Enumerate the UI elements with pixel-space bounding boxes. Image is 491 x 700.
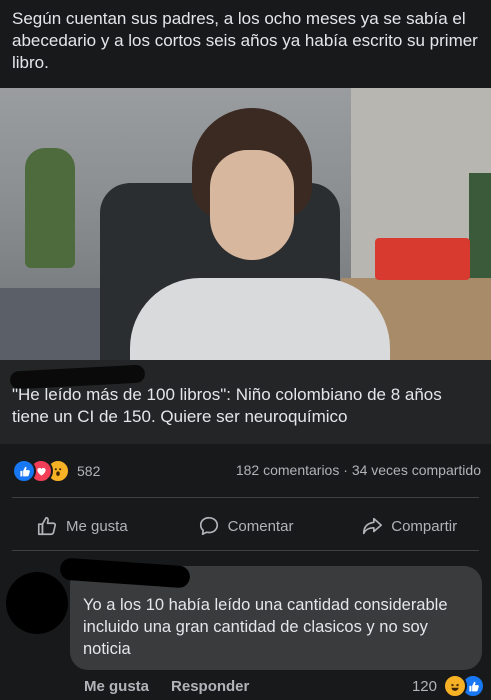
engagement-stats: 182 comentarios · 34 veces compartido xyxy=(236,462,481,478)
share-button-label: Compartir xyxy=(391,517,458,535)
link-preview-title[interactable]: "He leído más de 100 libros": Niño colom… xyxy=(12,384,482,428)
comments-count[interactable]: 182 comentarios xyxy=(236,462,340,478)
photo-toy-figure xyxy=(25,148,75,268)
comment-text: Yo a los 10 había leído una cantidad con… xyxy=(83,596,448,658)
post-actions-bar: Me gusta Comentar Compartir xyxy=(0,508,491,544)
divider xyxy=(12,497,479,498)
photo-shelf xyxy=(0,288,110,360)
reaction-count: 582 xyxy=(77,463,101,479)
comment-actions: Me gusta Responder xyxy=(84,678,249,695)
reaction-summary[interactable]: 582 xyxy=(12,459,101,483)
post-text: Según cuentan sus padres, a los ocho mes… xyxy=(12,9,478,72)
comment-button-label: Comentar xyxy=(227,517,294,535)
comment-reaction-summary[interactable]: 120 xyxy=(412,674,485,698)
like-icon xyxy=(12,459,36,483)
thumbs-up-icon xyxy=(37,516,57,536)
photo-child-body xyxy=(130,278,390,360)
like-button[interactable]: Me gusta xyxy=(0,508,164,544)
share-button[interactable]: Compartir xyxy=(327,508,491,544)
link-preview[interactable]: "He leído más de 100 libros": Niño colom… xyxy=(0,360,491,444)
comment-reaction-count: 120 xyxy=(411,677,437,695)
photo-books xyxy=(469,173,491,283)
post-photo[interactable] xyxy=(0,88,491,360)
photo-child-face xyxy=(210,150,294,260)
divider xyxy=(12,550,479,551)
comment-reply-link[interactable]: Responder xyxy=(171,678,249,695)
shares-count[interactable]: 34 veces compartido xyxy=(352,462,481,478)
comment-like-link[interactable]: Me gusta xyxy=(84,678,149,695)
comment-icon xyxy=(199,516,218,536)
haha-icon xyxy=(443,674,467,698)
stats-separator: · xyxy=(343,462,348,478)
comment-button[interactable]: Comentar xyxy=(164,508,328,544)
photo-lego-brick xyxy=(375,238,470,280)
share-icon xyxy=(363,517,383,535)
like-button-label: Me gusta xyxy=(65,517,128,535)
avatar[interactable] xyxy=(6,572,68,634)
